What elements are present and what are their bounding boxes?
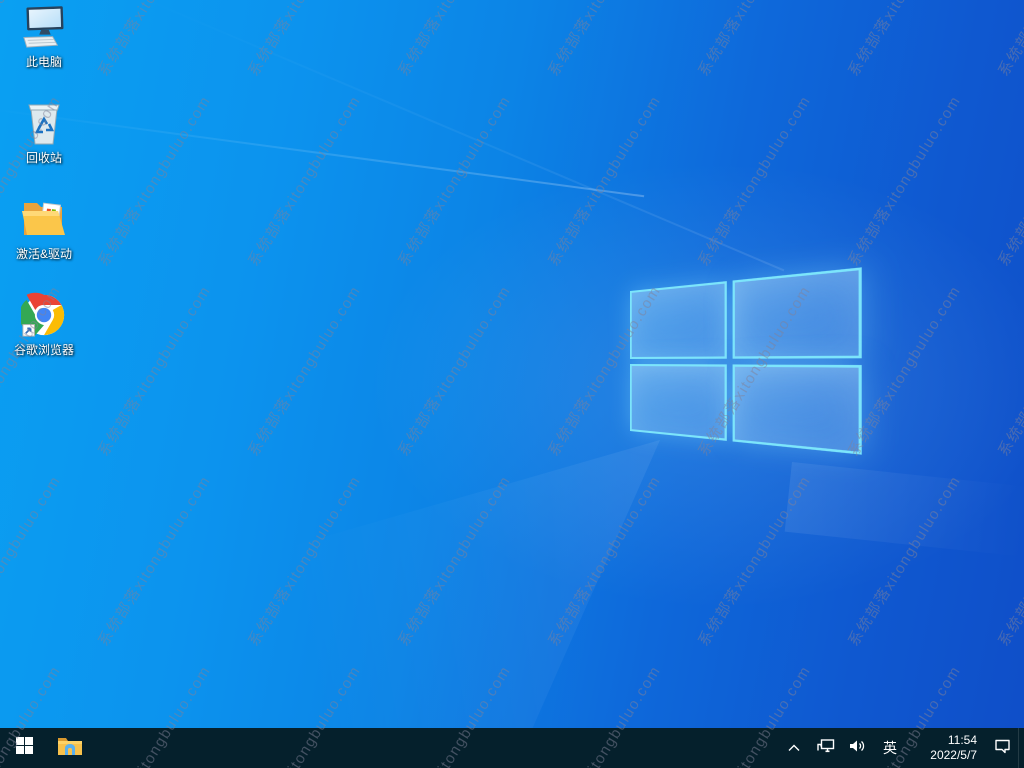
watermark-text: 系统部落xitongbuluo.com	[95, 92, 215, 270]
light-ray	[784, 462, 1024, 557]
taskbar-empty-area[interactable]	[92, 728, 778, 768]
watermark-text: 系统部落xitongbuluo.com	[543, 0, 666, 80]
windows-logo-pane	[731, 363, 862, 455]
clock[interactable]: 11:54 2022/5/7	[906, 728, 986, 768]
start-windows-icon	[15, 737, 33, 759]
watermark-text: 系统部落xitongbuluo.com	[95, 282, 215, 460]
desktop-icon-this-pc[interactable]: 此电脑	[6, 4, 82, 86]
system-tray: 英 11:54 2022/5/7	[778, 728, 1024, 768]
action-center-button[interactable]	[986, 728, 1018, 768]
watermark-text: 系统部落xitongbuluo.com	[243, 0, 366, 80]
windows-logo-pane	[630, 281, 727, 359]
watermark-text: 系统部落xitongbuluo.com	[545, 92, 665, 270]
desktop-icon-chrome[interactable]: 谷歌浏览器	[6, 292, 82, 374]
wallpaper-windows-logo	[630, 267, 862, 455]
watermark-text: 系统部落xitongbuluo.com	[695, 472, 815, 650]
volume-button[interactable]	[842, 728, 874, 768]
input-language-indicator[interactable]: 英	[874, 728, 906, 768]
light-ray	[139, 0, 785, 272]
language-label: 英	[883, 740, 897, 756]
desktop-icon-label: 谷歌浏览器	[13, 343, 74, 357]
chrome-icon	[21, 292, 67, 338]
open-folder-icon	[21, 196, 67, 242]
desktop-icon-column: 此电脑 回收站 激活&驱动 谷歌浏览器	[6, 4, 82, 374]
watermark-text: 系统部落xitongbuluo.com	[93, 0, 216, 80]
watermark-text: 系统部落xitongbuluo.com	[395, 92, 515, 270]
speaker-icon	[849, 738, 867, 759]
watermark-text: 系统部落xitongbuluo.com	[0, 472, 65, 650]
hidden-icons-button[interactable]	[778, 728, 810, 768]
ethernet-icon	[817, 738, 835, 759]
watermark-text: 系统部落xitongbuluo.com	[845, 92, 965, 270]
recycle-bin-icon	[21, 100, 67, 146]
watermark-text: 系统部落xitongbuluo.com	[245, 472, 365, 650]
windows-logo-pane	[630, 363, 727, 441]
desktop-icon-label: 此电脑	[25, 55, 62, 69]
desktop[interactable]: 此电脑 回收站 激活&驱动 谷歌浏览器 英 11:54 2022/5/7 系统部…	[0, 0, 1024, 768]
watermark-text: 系统部落xitongbuluo.com	[393, 0, 516, 80]
desktop-icon-activation-drivers[interactable]: 激活&驱动	[6, 196, 82, 278]
clock-time: 11:54	[947, 733, 977, 747]
watermark-text: 系统部落xitongbuluo.com	[695, 92, 815, 270]
taskbar-file-explorer-button[interactable]	[48, 728, 92, 768]
windows-logo-pane	[731, 267, 862, 359]
light-ray	[0, 440, 660, 768]
watermark-text: 系统部落xitongbuluo.com	[995, 472, 1024, 650]
watermark-text: 系统部落xitongbuluo.com	[845, 472, 965, 650]
watermark-text: 系统部落xitongbuluo.com	[395, 472, 515, 650]
watermark-text: 系统部落xitongbuluo.com	[995, 282, 1024, 460]
watermark-text: 系统部落xitongbuluo.com	[395, 282, 515, 460]
notification-icon	[994, 738, 1011, 759]
desktop-icon-label: 回收站	[25, 151, 62, 165]
watermark-text: 系统部落xitongbuluo.com	[95, 472, 215, 650]
watermark-text: 系统部落xitongbuluo.com	[245, 282, 365, 460]
light-ray	[0, 108, 645, 198]
show-desktop-button[interactable]	[1018, 728, 1024, 768]
desktop-icon-recycle-bin[interactable]: 回收站	[6, 100, 82, 182]
file-explorer-icon	[57, 735, 83, 762]
watermark-text: 系统部落xitongbuluo.com	[245, 92, 365, 270]
desktop-icon-label: 激活&驱动	[15, 247, 72, 261]
clock-date: 2022/5/7	[930, 748, 977, 762]
watermark-text: 系统部落xitongbuluo.com	[843, 0, 966, 80]
start-button[interactable]	[0, 728, 48, 768]
taskbar: 英 11:54 2022/5/7	[0, 728, 1024, 768]
watermark-layer: 系统部落xitongbuluo.com 系统部落xitongbuluo.com 系统…	[0, 0, 1024, 768]
this-pc-icon	[21, 4, 67, 50]
watermark-text: 系统部落xitongbuluo.com	[545, 472, 665, 650]
watermark-text: 系统部落xitongbuluo.com	[995, 92, 1024, 270]
chevron-up-icon	[788, 739, 800, 757]
watermark-text: 系统部落xitongbuluo.com	[993, 0, 1024, 80]
watermark-text: 系统部落xitongbuluo.com	[693, 0, 816, 80]
network-status-button[interactable]	[810, 728, 842, 768]
